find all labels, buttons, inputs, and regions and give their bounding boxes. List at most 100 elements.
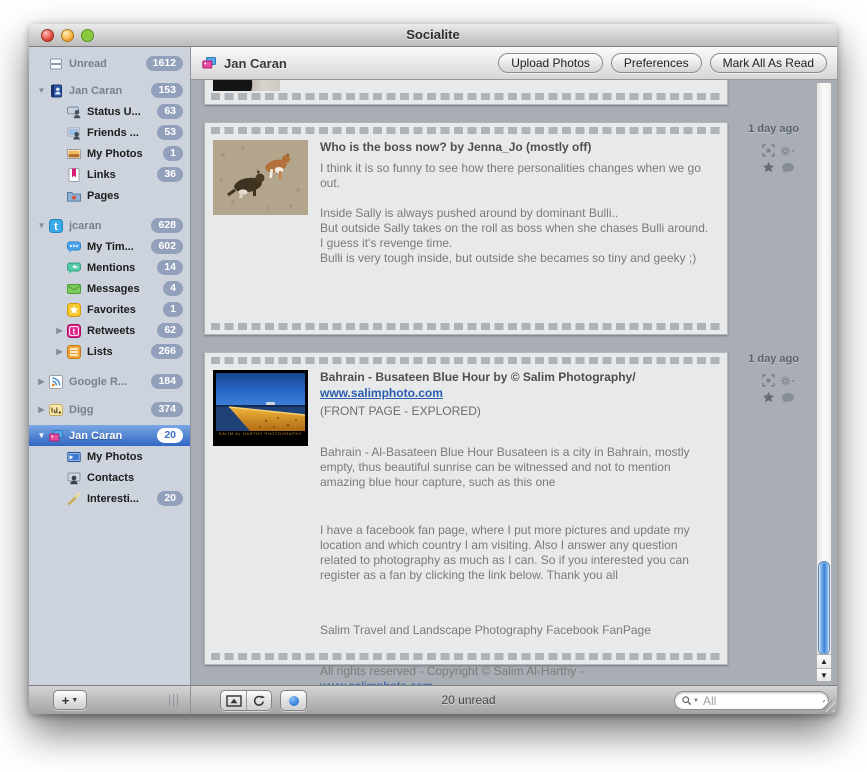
add-account-button[interactable]: +▼	[53, 690, 87, 710]
feed-paragraph: I have a facebook fan page, where I put …	[320, 523, 713, 583]
sidebar-item-label: Messages	[87, 283, 159, 295]
scrollbar-arrows: ▲ ▼	[817, 654, 831, 681]
sidebar-item-google-reader[interactable]: ▶ Google R... 184	[29, 371, 190, 392]
unread-badge: 1	[163, 146, 183, 161]
sidebar-item-links[interactable]: Links 36	[29, 164, 190, 185]
search-magnifier-icon[interactable]: ▼	[681, 694, 699, 707]
sidebar-item-status-updates[interactable]: Status U... 63	[29, 101, 190, 122]
sidebar-item-label: Digg	[69, 404, 147, 416]
feed-item-body: Who is the boss now? by Jenna_Jo (mostly…	[320, 139, 713, 266]
sidebar-item-my-photos-facebook[interactable]: My Photos 1	[29, 143, 190, 164]
sidebar-item-pages[interactable]: Pages	[29, 185, 190, 206]
disclosure-closed-icon[interactable]: ▶	[53, 326, 66, 335]
feed-item[interactable]: Who is the boss now? by Jenna_Jo (mostly…	[204, 122, 728, 335]
filmstrip-bottom	[211, 323, 721, 330]
unread-badge: 20	[157, 428, 183, 443]
feed-photo-thumbnail[interactable]	[213, 80, 280, 91]
expand-icon[interactable]	[760, 373, 777, 388]
sidebar-item-unread[interactable]: Unread 1612	[29, 53, 190, 74]
feed-photo-thumbnail[interactable]: SALIM AL HARTHY PHOTOGRAPHY	[213, 370, 308, 446]
unread-badge: 63	[157, 104, 183, 119]
sidebar-item-retweets[interactable]: ▶ t Retweets 62	[29, 320, 190, 341]
sidebar-item-label: Favorites	[87, 304, 159, 316]
feed-item-title: Who is the boss now? by Jenna_Jo (mostly…	[320, 139, 713, 155]
feed-item-body: Bahrain - Busateen Blue Hour by © Salim …	[320, 369, 713, 685]
author-link[interactable]: www.salimphoto.com	[320, 386, 443, 400]
titlebar: Socialite	[29, 24, 837, 47]
disclosure-closed-icon[interactable]: ▶	[35, 405, 48, 414]
feed-item[interactable]: SALIM AL HARTHY PHOTOGRAPHY Bahrain - Bu…	[204, 352, 728, 665]
gear-menu-icon[interactable]	[779, 143, 796, 158]
preferences-button[interactable]: Preferences	[611, 53, 702, 73]
unread-badge: 184	[151, 374, 183, 389]
sidebar-item-jcaran-twitter[interactable]: ▼ t jcaran 628	[29, 215, 190, 236]
flickr-photos-icon	[48, 428, 64, 444]
search-scope-chevron-icon: ▼	[693, 698, 699, 704]
unread-badge: 62	[157, 323, 183, 338]
expand-icon[interactable]	[760, 143, 777, 158]
feed-paragraph: But outside Sally takes on the roll as b…	[320, 221, 713, 251]
comment-bubble-icon[interactable]	[779, 160, 796, 175]
sidebar-item-messages[interactable]: Messages 4	[29, 278, 190, 299]
favorite-star-icon[interactable]	[760, 390, 777, 405]
disclosure-open-icon[interactable]: ▼	[35, 86, 48, 95]
main-panel: Jan Caran Upload Photos Preferences Mark…	[191, 47, 837, 685]
feed-item-subtitle: (FRONT PAGE - EXPLORED)	[320, 404, 713, 419]
window-resize-grip[interactable]	[823, 700, 835, 712]
disclosure-open-icon[interactable]: ▼	[35, 221, 48, 230]
sidebar-item-digg[interactable]: ▶ Digg 374	[29, 399, 190, 420]
sidebar-item-jan-caran-facebook[interactable]: ▼ Jan Caran 153	[29, 80, 190, 101]
sidebar-item-label: Retweets	[87, 325, 153, 337]
bookmark-icon	[66, 167, 82, 183]
chevron-down-icon: ▼	[71, 697, 78, 704]
upload-photos-button[interactable]: Upload Photos	[498, 53, 603, 73]
scroll-up-arrow[interactable]: ▲	[817, 655, 831, 668]
sidebar-item-my-timeline[interactable]: My Tim... 602	[29, 236, 190, 257]
refresh-button[interactable]	[246, 691, 271, 710]
disclosure-closed-icon[interactable]: ▶	[53, 347, 66, 356]
sidebar-item-label: jcaran	[69, 220, 147, 232]
timeline-bubble-icon	[66, 239, 82, 255]
unread-badge: 36	[157, 167, 183, 182]
mark-all-as-read-button[interactable]: Mark All As Read	[710, 53, 827, 73]
favorite-star-icon[interactable]	[760, 160, 777, 175]
scrollbar-thumb[interactable]	[818, 561, 830, 655]
sidebar-item-interesting[interactable]: Interesti... 20	[29, 488, 190, 509]
feed-scroll-area[interactable]: 1 day ago	[191, 80, 837, 685]
magic-wand-icon	[66, 491, 82, 507]
sidebar-resize-handle[interactable]	[169, 694, 180, 707]
feed-item-partial[interactable]	[204, 80, 728, 105]
friends-photo-person-icon	[66, 125, 82, 141]
vertical-scrollbar[interactable]: ▲ ▼	[816, 82, 832, 682]
sidebar-item-my-photos-flickr[interactable]: My Photos	[29, 446, 190, 467]
sidebar-item-friends[interactable]: Friends ... 53	[29, 122, 190, 143]
page-title: Jan Caran	[224, 56, 490, 71]
unread-badge: 374	[151, 402, 183, 417]
sidebar-item-mentions[interactable]: Mentions 14	[29, 257, 190, 278]
sidebar-item-label: Google R...	[69, 376, 147, 388]
content-header: Jan Caran Upload Photos Preferences Mark…	[191, 47, 837, 80]
timestamp: 1 day ago	[719, 353, 799, 365]
disclosure-closed-icon[interactable]: ▶	[35, 377, 48, 386]
scroll-down-arrow[interactable]: ▼	[817, 668, 831, 681]
sidebar-item-lists[interactable]: ▶ Lists 266	[29, 341, 190, 362]
feed-paragraph: Inside Sally is always pushed around by …	[320, 206, 713, 221]
folder-heart-icon	[66, 188, 82, 204]
main-footer: 20 unread ▼	[191, 686, 837, 714]
sidebar-item-favorites[interactable]: Favorites 1	[29, 299, 190, 320]
sidebar-item-label: Pages	[87, 190, 190, 202]
sidebar-item-label: Jan Caran	[69, 430, 153, 442]
search-field: ▼	[674, 691, 829, 710]
digg-icon	[48, 402, 64, 418]
sidebar-item-jan-caran-flickr[interactable]: ▼ Jan Caran 20	[29, 425, 190, 446]
media-view-button[interactable]	[221, 691, 246, 710]
disclosure-open-icon[interactable]: ▼	[35, 431, 48, 440]
unread-badge: 4	[163, 281, 183, 296]
filmstrip-bottom	[211, 93, 721, 100]
gear-menu-icon[interactable]	[779, 373, 796, 388]
unread-filter-button[interactable]	[280, 690, 307, 711]
comment-bubble-icon[interactable]	[779, 390, 796, 405]
unread-badge: 602	[151, 239, 183, 254]
feed-photo-thumbnail[interactable]	[213, 140, 308, 220]
sidebar-item-contacts[interactable]: Contacts	[29, 467, 190, 488]
